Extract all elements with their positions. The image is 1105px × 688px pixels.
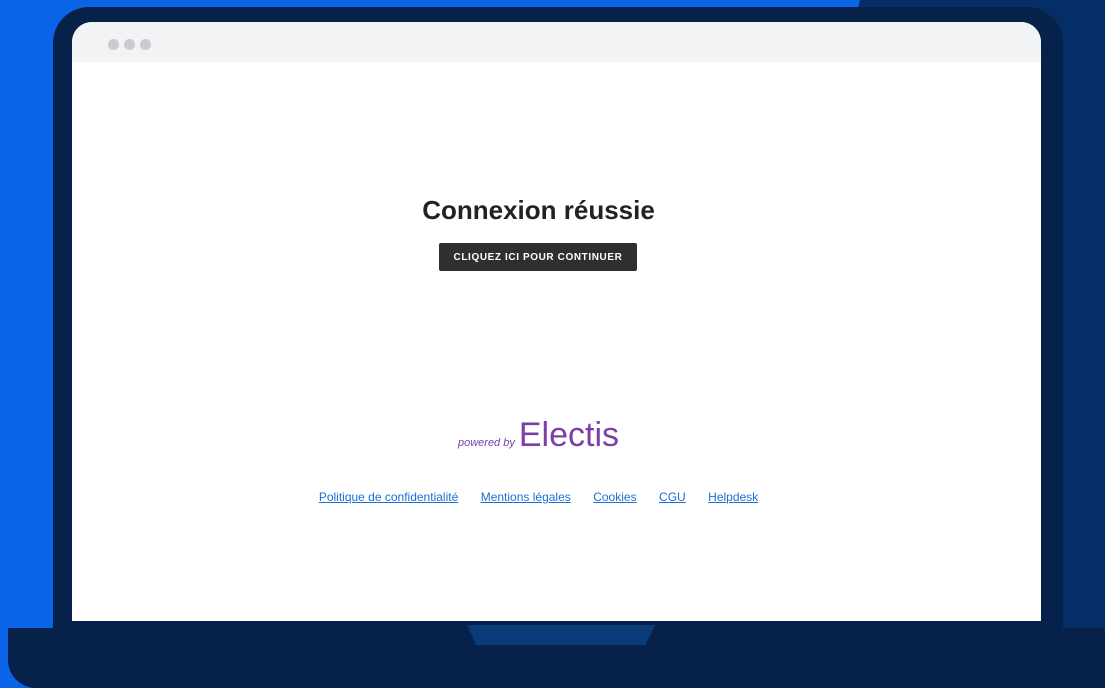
footer-link-legal[interactable]: Mentions légales <box>481 490 571 504</box>
powered-by-prefix: powered by <box>457 437 515 449</box>
footer-links: Politique de confidentialité Mentions lé… <box>72 488 1005 506</box>
powered-by-logo: powered by Electis <box>72 416 1005 455</box>
window-dot-icon <box>108 39 119 50</box>
footer-link-helpdesk[interactable]: Helpdesk <box>708 490 758 504</box>
window-dot-icon <box>124 39 135 50</box>
window-dot-icon <box>140 39 151 50</box>
continue-button[interactable]: CLIQUEZ ICI POUR CONTINUER <box>439 243 637 271</box>
browser-titlebar <box>72 22 1041 62</box>
laptop-notch <box>467 625 655 645</box>
footer-link-privacy[interactable]: Politique de confidentialité <box>319 490 458 504</box>
page-title: Connexion réussie <box>422 195 655 225</box>
footer-link-cgu[interactable]: CGU <box>659 490 686 504</box>
browser-window: Connexion réussie CLIQUEZ ICI POUR CONTI… <box>72 22 1041 621</box>
footer-link-cookies[interactable]: Cookies <box>593 490 636 504</box>
brand-name: Electis <box>518 416 619 454</box>
